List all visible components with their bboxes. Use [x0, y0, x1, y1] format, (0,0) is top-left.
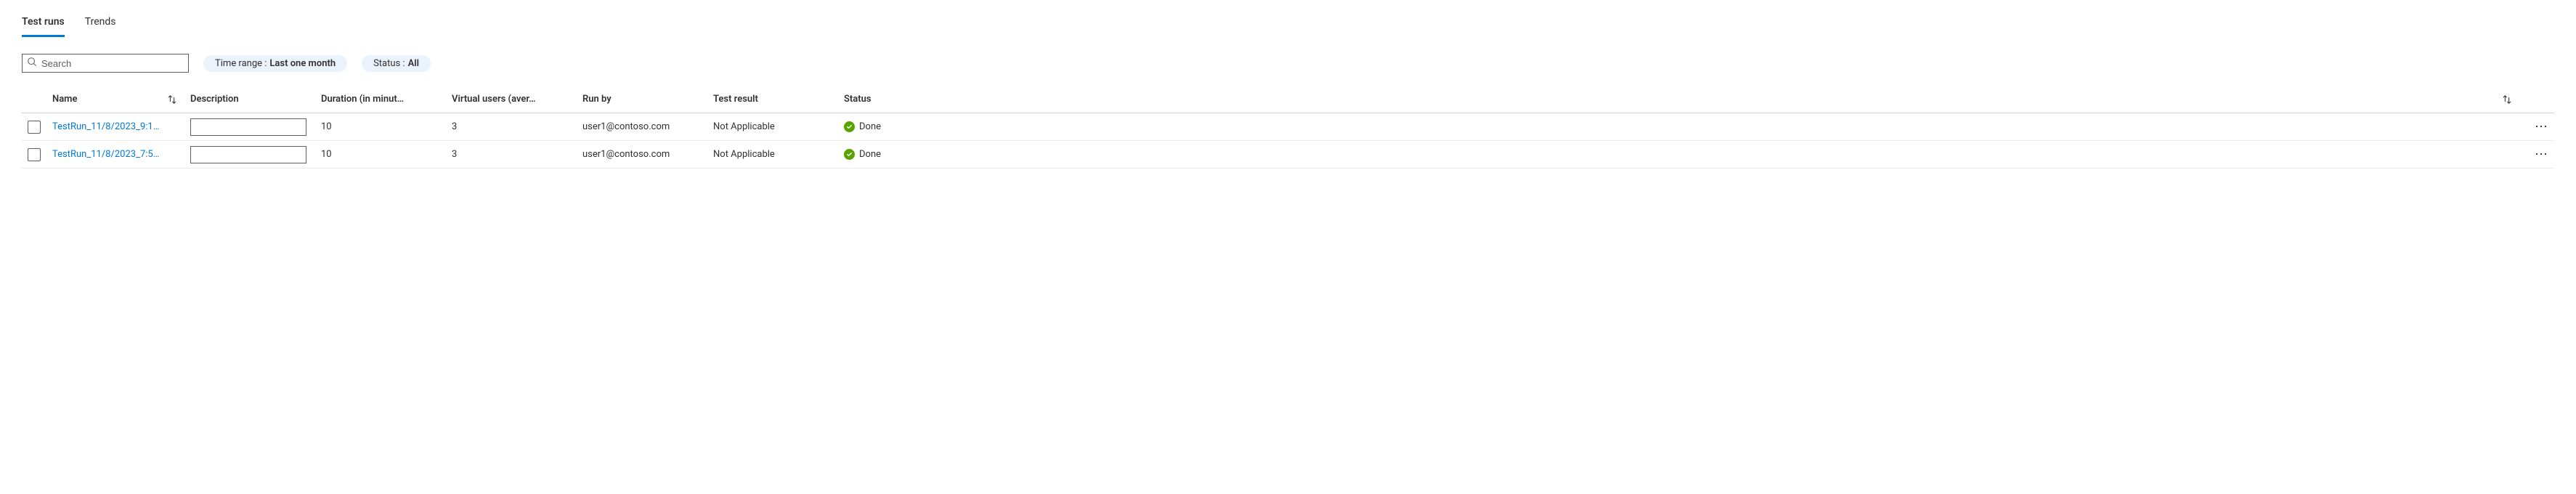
- column-run-by[interactable]: Run by: [582, 89, 713, 109]
- row-more-button[interactable]: ⋯: [2535, 121, 2548, 134]
- filter-time-range-label: Time range :: [215, 58, 267, 69]
- duration-cell: 10: [321, 145, 452, 164]
- status-cell: Done: [844, 145, 960, 164]
- test-result-cell: Not Applicable: [713, 117, 844, 137]
- column-actions: [2525, 95, 2554, 104]
- filter-time-range-value: Last one month: [269, 58, 336, 69]
- duration-cell: 10: [321, 117, 452, 137]
- success-icon: [844, 121, 855, 132]
- table-row: TestRun_11/8/2023_9:1… 10 3 user1@contos…: [22, 113, 2554, 141]
- table-header: Name Description Duration (in minut… Vir…: [22, 86, 2554, 113]
- row-checkbox[interactable]: [28, 148, 41, 161]
- test-run-name-link[interactable]: TestRun_11/8/2023_7:5…: [52, 145, 190, 164]
- tab-test-runs[interactable]: Test runs: [22, 13, 65, 37]
- success-icon: [844, 149, 855, 160]
- test-run-name-link[interactable]: TestRun_11/8/2023_9:1…: [52, 117, 190, 137]
- description-input[interactable]: [190, 146, 306, 163]
- filter-bar: Time range : Last one month Status : All: [22, 54, 2554, 73]
- row-checkbox[interactable]: [28, 121, 41, 134]
- run-by-cell: user1@contoso.com: [582, 145, 713, 164]
- virtual-users-cell: 3: [452, 117, 582, 137]
- filter-status[interactable]: Status : All: [362, 55, 431, 72]
- virtual-users-cell: 3: [452, 145, 582, 164]
- tabs-bar: Test runs Trends: [22, 13, 2554, 38]
- status-label: Done: [859, 121, 881, 132]
- search-box[interactable]: [22, 54, 189, 73]
- sort-icon[interactable]: [167, 94, 177, 105]
- column-status[interactable]: Status: [844, 89, 960, 109]
- column-test-result[interactable]: Test result: [713, 89, 844, 109]
- search-icon: [27, 57, 37, 70]
- column-name[interactable]: Name: [52, 89, 190, 109]
- row-more-button[interactable]: ⋯: [2535, 148, 2548, 161]
- column-description[interactable]: Description: [190, 89, 321, 109]
- description-input[interactable]: [190, 118, 306, 136]
- column-status-sort[interactable]: [960, 90, 2525, 109]
- run-by-cell: user1@contoso.com: [582, 117, 713, 137]
- search-input[interactable]: [41, 58, 184, 69]
- filter-status-value: All: [408, 58, 419, 69]
- sort-icon[interactable]: [2502, 94, 2512, 105]
- test-result-cell: Not Applicable: [713, 145, 844, 164]
- tab-trends[interactable]: Trends: [85, 13, 116, 37]
- test-runs-table: Name Description Duration (in minut… Vir…: [22, 86, 2554, 169]
- filter-status-label: Status :: [373, 58, 405, 69]
- column-checkbox: [22, 95, 52, 104]
- filter-time-range[interactable]: Time range : Last one month: [203, 55, 347, 72]
- table-row: TestRun_11/8/2023_7:5… 10 3 user1@contos…: [22, 141, 2554, 169]
- status-cell: Done: [844, 117, 960, 137]
- column-duration[interactable]: Duration (in minut…: [321, 89, 452, 109]
- column-virtual-users[interactable]: Virtual users (aver…: [452, 89, 582, 109]
- column-name-label: Name: [52, 94, 77, 105]
- status-label: Done: [859, 149, 881, 160]
